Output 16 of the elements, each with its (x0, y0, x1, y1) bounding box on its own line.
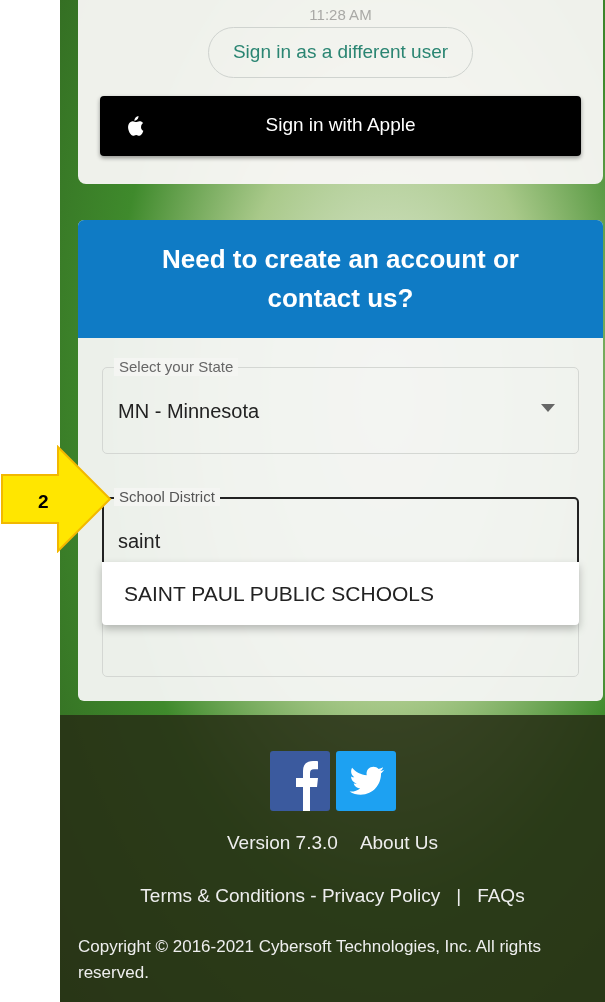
about-us-link[interactable]: About Us (359, 829, 439, 858)
selected-value: MN - Minnesota (118, 398, 260, 424)
create-account-heading: Need to create an account or contact us? (78, 219, 603, 338)
suggestion-item[interactable]: SAINT PAUL PUBLIC SCHOOLS (102, 561, 579, 625)
input-value: saint (118, 528, 161, 554)
field-label: Select your State (114, 357, 239, 376)
separator-text: | (456, 883, 462, 908)
state-select[interactable]: Select your State MN - Minnesota (102, 357, 579, 454)
faqs-link[interactable]: FAQs (477, 881, 525, 910)
sign-in-with-apple-button[interactable]: Sign in with Apple (100, 95, 581, 156)
terms-privacy-link[interactable]: Terms & Conditions - Privacy Policy (140, 881, 441, 910)
copyright-text: Copyright © 2016-2021 Cybersoft Technologies, Inc. All rights reserved. (78, 936, 542, 984)
field-label: School District (114, 487, 220, 506)
callout-number: 2 (38, 490, 49, 514)
version-text: Version 7.3.0 (226, 831, 338, 855)
status-time: 11:28 AM (308, 6, 373, 23)
